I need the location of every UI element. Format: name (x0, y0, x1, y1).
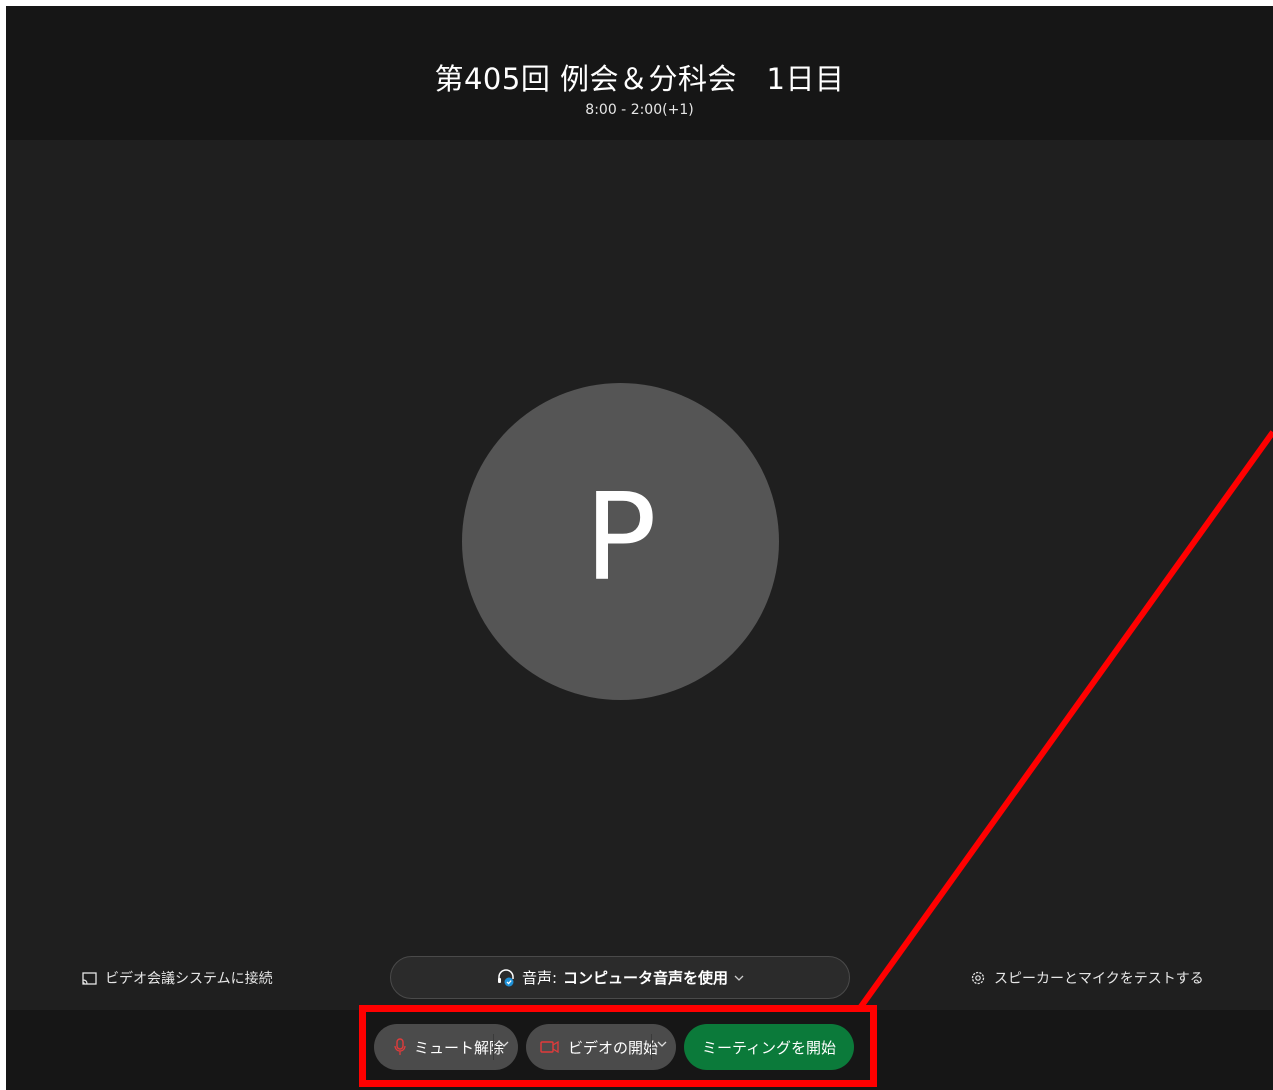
cast-icon (82, 971, 97, 985)
meeting-window: 第405回 例会＆分科会 1日目 8:00 - 2:00(+1) P ビデオ会議… (6, 6, 1273, 1090)
options-row: ビデオ会議システムに接続 音声: コンピュータ音声を使用 スピーカーとマイクをテ… (6, 956, 1273, 1000)
annotation-highlight-box (359, 1005, 877, 1087)
gear-icon (971, 971, 985, 985)
headset-icon (497, 968, 514, 986)
meeting-time: 8:00 - 2:00(+1) (585, 102, 694, 118)
audio-label: 音声: (521, 969, 558, 987)
test-speaker-mic-link[interactable]: スピーカーとマイクをテストする (970, 968, 1204, 988)
audio-value: コンピュータ音声を使用 (563, 969, 729, 987)
test-speaker-mic-label: スピーカーとマイクをテストする (994, 971, 1204, 987)
connect-video-system-link[interactable]: ビデオ会議システムに接続 (82, 968, 273, 988)
avatar-initial: P (584, 468, 657, 608)
avatar: P (462, 383, 779, 700)
chevron-down-icon (734, 975, 744, 981)
audio-selector[interactable]: 音声: コンピュータ音声を使用 (390, 956, 850, 999)
meeting-header: 第405回 例会＆分科会 1日目 8:00 - 2:00(+1) (6, 6, 1273, 140)
meeting-title: 第405回 例会＆分科会 1日目 (434, 62, 845, 96)
connect-video-system-label: ビデオ会議システムに接続 (105, 971, 273, 987)
